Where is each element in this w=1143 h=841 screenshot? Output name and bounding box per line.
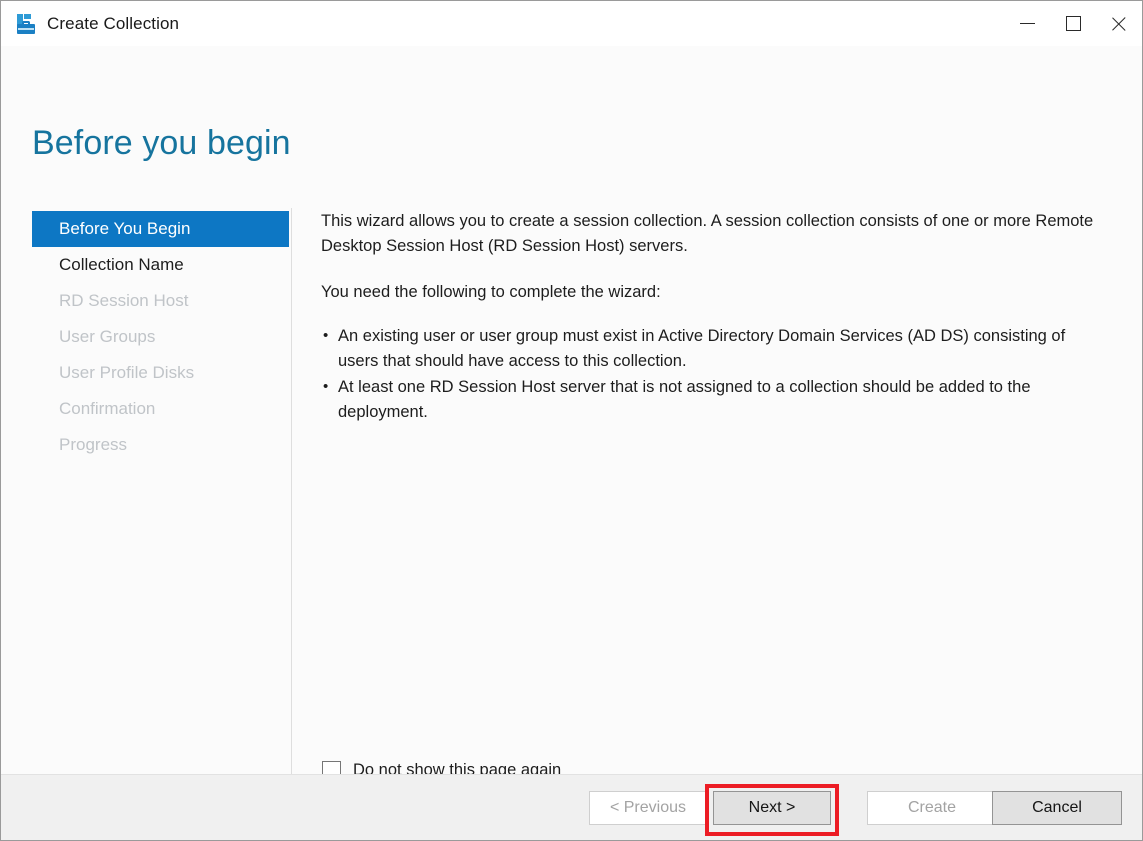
- sidebar-item-before-you-begin[interactable]: Before You Begin: [32, 211, 289, 247]
- wizard-body: Before you begin Before You Begin Collec…: [1, 46, 1142, 791]
- cancel-button-label: Cancel: [1032, 799, 1082, 816]
- sidebar-item-rd-session-host: RD Session Host: [32, 283, 289, 319]
- sidebar-item-label: RD Session Host: [59, 291, 189, 310]
- sidebar-item-user-groups: User Groups: [32, 319, 289, 355]
- requirements-heading: You need the following to complete the w…: [321, 283, 661, 301]
- list-item: An existing user or user group must exis…: [321, 323, 1106, 374]
- close-button[interactable]: [1096, 1, 1142, 46]
- next-button-label: Next >: [748, 799, 796, 816]
- next-button[interactable]: Next >: [713, 791, 831, 825]
- title-bar-left: Create Collection: [1, 13, 179, 35]
- sidebar-item-progress: Progress: [32, 427, 289, 463]
- wizard-footer: < Previous Next > Create Cancel: [1, 774, 1142, 840]
- minimize-icon: [1019, 23, 1035, 24]
- previous-button[interactable]: < Previous: [589, 791, 707, 825]
- sidebar-content-divider: [291, 208, 292, 791]
- create-button[interactable]: Create: [867, 791, 997, 825]
- close-icon: [1110, 15, 1128, 33]
- sidebar-item-label: User Groups: [59, 327, 156, 346]
- window-title: Create Collection: [47, 13, 180, 33]
- requirements-list: An existing user or user group must exis…: [321, 323, 1106, 425]
- wizard-step-nav: Before You Begin Collection Name RD Sess…: [32, 211, 289, 463]
- minimize-button[interactable]: [1004, 1, 1050, 46]
- wizard-content: This wizard allows you to create a sessi…: [321, 209, 1106, 426]
- intro-paragraph: This wizard allows you to create a sessi…: [321, 212, 1094, 255]
- cancel-button[interactable]: Cancel: [992, 791, 1122, 825]
- sidebar-item-label: Collection Name: [59, 255, 184, 274]
- page-title: Before you begin: [32, 124, 291, 162]
- previous-button-label: < Previous: [609, 799, 687, 816]
- window-controls: [1004, 1, 1142, 46]
- sidebar-item-label: Before You Begin: [59, 219, 191, 238]
- sidebar-item-label: User Profile Disks: [59, 363, 195, 382]
- title-bar: Create Collection: [1, 1, 1142, 46]
- sidebar-item-user-profile-disks: User Profile Disks: [32, 355, 289, 391]
- sidebar-item-collection-name[interactable]: Collection Name: [32, 247, 289, 283]
- create-button-label: Create: [907, 799, 957, 816]
- maximize-button[interactable]: [1050, 1, 1096, 46]
- create-collection-window: Create Collection Before you begin Befor…: [0, 0, 1143, 841]
- collection-server-icon: [15, 13, 37, 35]
- maximize-icon: [1065, 16, 1081, 31]
- sidebar-item-confirmation: Confirmation: [32, 391, 289, 427]
- sidebar-item-label: Confirmation: [59, 399, 156, 418]
- sidebar-item-label: Progress: [59, 435, 128, 454]
- list-item: At least one RD Session Host server that…: [321, 374, 1106, 425]
